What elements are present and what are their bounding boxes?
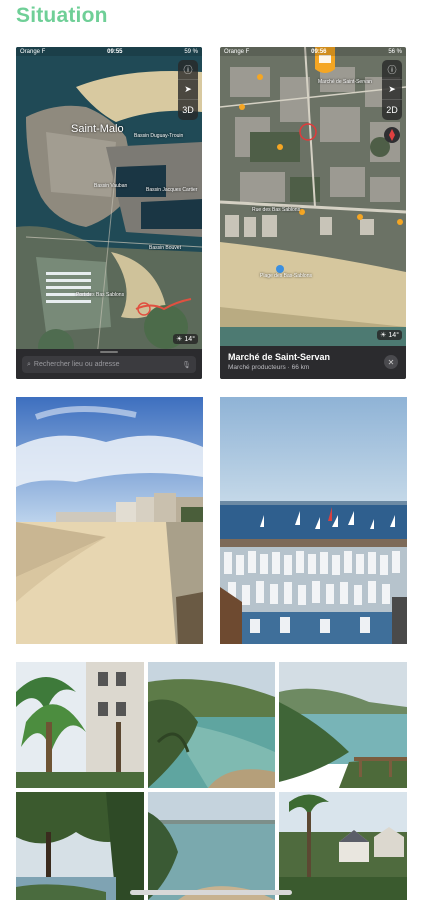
weather-label: 14° — [184, 336, 195, 343]
photo-grid-palm[interactable] — [16, 662, 144, 788]
pin-label: Marché de Saint-Servan — [318, 79, 372, 85]
status-bar: Orange F 09:56 56 % — [220, 47, 406, 56]
page-title: Situation — [16, 4, 108, 27]
city-label: Saint-Malo — [71, 123, 124, 135]
carrier-label: Orange F — [20, 48, 46, 55]
search-placeholder: Rechercher lieu ou adresse — [33, 361, 120, 368]
map-screenshot-saint-servan: Orange F 09:56 56 % ⓘ ➤ 2D Marché de Sai… — [220, 47, 406, 379]
search-input[interactable]: ⌕ Rechercher lieu ou adresse 🎙 — [22, 356, 196, 373]
carrier-label: Orange F — [224, 48, 250, 55]
place-card[interactable]: Marché de Saint-Servan Marché producteur… — [220, 346, 406, 379]
place-label: Port des Bas Sablons — [76, 292, 125, 298]
map-screenshot-saint-malo: Orange F 09:55 59 % ⓘ ➤ 3D Saint-Malo Ba… — [16, 47, 202, 379]
battery-label: 56 % — [388, 48, 402, 55]
photo-beach[interactable] — [16, 397, 203, 644]
place-label: Bassin Vauban — [94, 183, 128, 189]
panel-grabber[interactable] — [100, 351, 118, 353]
street-label: Rue des Bas Sablons — [252, 207, 301, 213]
photo-grid-seaview[interactable] — [279, 662, 407, 788]
status-bar: Orange F 09:55 59 % — [16, 47, 202, 56]
view-2d-button[interactable]: 2D — [382, 100, 402, 120]
location-arrow-icon[interactable]: ➤ — [382, 80, 402, 100]
view-3d-button[interactable]: 3D — [178, 100, 198, 120]
info-icon[interactable]: ⓘ — [178, 60, 198, 80]
photo-grid-trees[interactable] — [16, 792, 144, 900]
search-panel: ⌕ Rechercher lieu ou adresse 🎙 — [16, 349, 202, 379]
magnifier-icon: ⌕ — [27, 360, 31, 368]
beach-label: Plage des Bas-Sablons — [260, 273, 312, 279]
close-icon[interactable]: ✕ — [384, 355, 398, 369]
place-subtitle: Marché producteurs · 66 km — [228, 364, 310, 371]
home-indicator[interactable] — [130, 890, 292, 895]
info-icon[interactable]: ⓘ — [382, 60, 402, 80]
photo-grid-cove[interactable] — [148, 662, 275, 788]
map-controls: ⓘ ➤ 3D — [178, 60, 198, 120]
photo-marina[interactable] — [220, 397, 407, 644]
place-label: Bassin Jacques Cartier — [146, 187, 198, 193]
microphone-icon[interactable]: 🎙 — [182, 361, 191, 369]
time-label: 09:55 — [107, 48, 123, 55]
location-arrow-icon[interactable]: ➤ — [178, 80, 198, 100]
time-label: 09:56 — [311, 48, 327, 55]
weather-badge: ☀ 14° — [377, 330, 402, 340]
photo-grid-houses[interactable] — [279, 792, 407, 900]
place-label: Bassin Bouvet — [149, 245, 181, 251]
place-label: Bassin Duguay-Trouin — [134, 133, 184, 139]
place-name: Marché de Saint-Servan — [228, 352, 331, 362]
weather-label: 14° — [388, 332, 399, 339]
photo-grid-bay[interactable] — [148, 792, 275, 900]
weather-badge: ☀ 14° — [173, 334, 198, 344]
battery-label: 59 % — [184, 48, 198, 55]
map-controls: ⓘ ➤ 2D — [382, 60, 402, 120]
